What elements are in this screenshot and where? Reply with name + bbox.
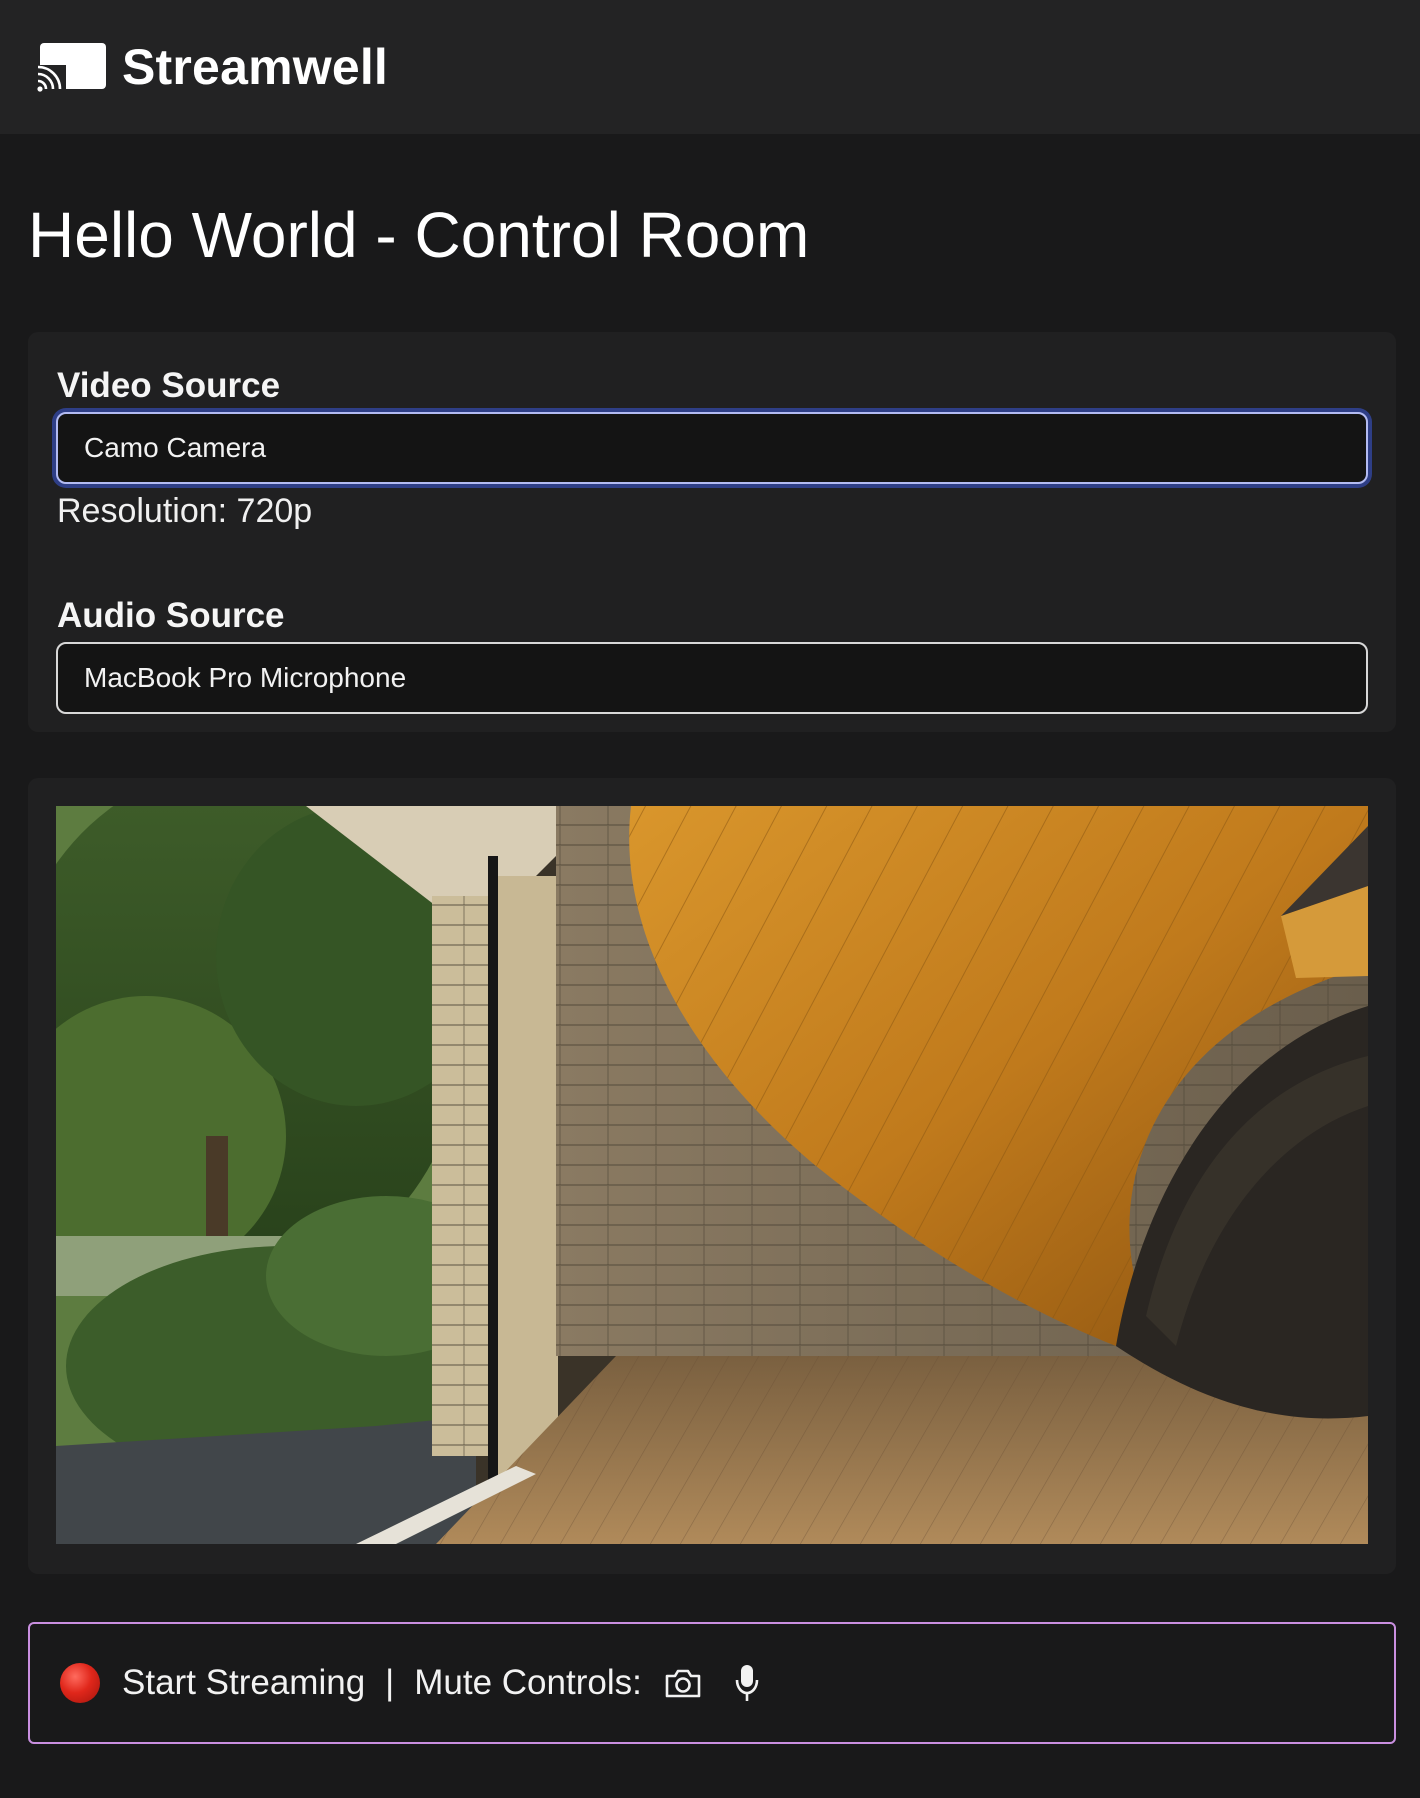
app-header: Streamwell (0, 0, 1420, 134)
audio-source-label: Audio Source (57, 596, 285, 635)
video-source-select[interactable]: Camo Camera (56, 412, 1368, 484)
stream-controls-bar: Start Streaming | Mute Controls: (28, 1622, 1396, 1744)
microphone-icon[interactable] (726, 1662, 768, 1704)
cast-icon (36, 41, 108, 93)
brand-name[interactable]: Streamwell (122, 38, 388, 96)
camera-icon[interactable] (662, 1662, 704, 1704)
resolution-text: Resolution: 720p (57, 492, 313, 530)
camera-preview-image (56, 806, 1368, 1544)
separator: | (385, 1663, 395, 1702)
preview-panel (28, 778, 1396, 1574)
video-source-label: Video Source (57, 366, 281, 405)
red-circle-icon[interactable] (60, 1663, 100, 1703)
sources-panel: Video Source Camo Camera Resolution: 720… (28, 332, 1396, 732)
start-streaming-button[interactable]: Start Streaming (122, 1663, 365, 1703)
page-title: Hello World - Control Room (28, 199, 810, 271)
audio-source-select[interactable]: MacBook Pro Microphone (56, 642, 1368, 714)
mute-controls-label: Mute Controls: (414, 1663, 642, 1702)
